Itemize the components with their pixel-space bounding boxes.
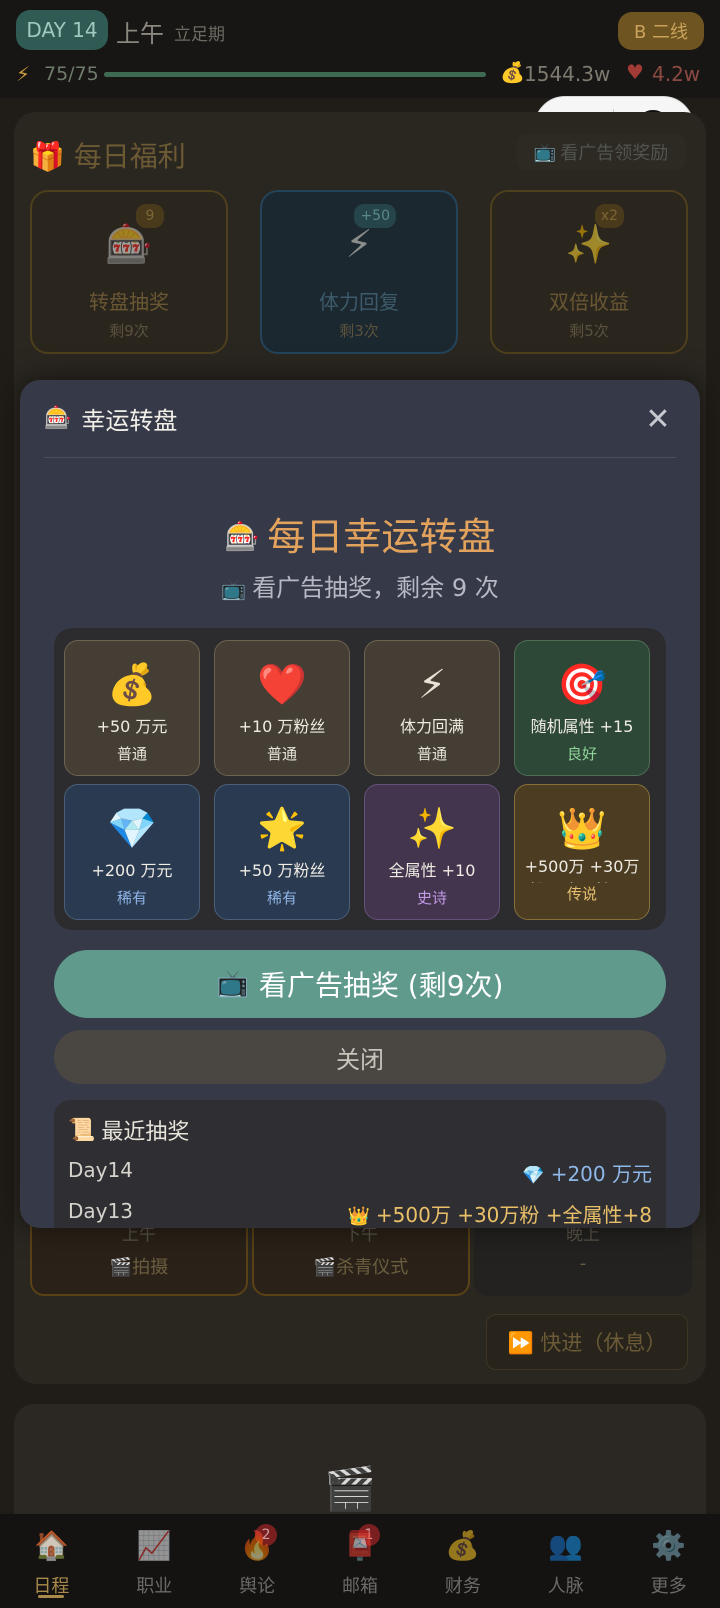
list-item: Day14 💎 +200 万元 (68, 1158, 652, 1186)
card-remaining: 剩5次 (569, 322, 609, 340)
crown-icon: 👑 (557, 806, 607, 852)
rarity-label: 稀有 (266, 889, 297, 907)
wheel-subtitle: 📺 看广告抽奖，剩余 9 次 (221, 574, 499, 602)
status-bar: DAY 14 上午 立足期 B 二线 ⚡ 75/75 💰 1544.3w ♥ 4… (0, 0, 720, 98)
card-title: 体力回复 (319, 290, 399, 314)
nav-item-opinion[interactable]: 2 🔥 舆论 (206, 1514, 309, 1608)
nav-item-contacts[interactable]: 👥 人脉 (514, 1514, 617, 1608)
wheel-heading: 🎰 每日幸运转盘 (224, 515, 496, 559)
money-bag-icon: 💰 (500, 60, 525, 84)
card-remaining: 剩3次 (339, 322, 379, 340)
money-bag-icon: 💰 (107, 662, 157, 708)
prize-cell: 🎯 随机属性 +15 良好 (514, 640, 650, 776)
gift-icon: 🎁 (30, 140, 65, 173)
fire-icon: 🔥 (239, 1529, 275, 1562)
recent-draws-title: 📜 最近抽奖 (68, 1117, 190, 1146)
energy-progress-bar (104, 72, 486, 77)
welfare-card-spin[interactable]: 9 🎰 转盘抽奖 剩9次 (30, 190, 228, 354)
chart-icon: 📈 (136, 1529, 172, 1562)
diamond-icon: 💎 (522, 1165, 545, 1186)
fast-forward-button[interactable]: ⏩ 快进（休息） (486, 1314, 688, 1370)
prize-cell: 💰 +50 万元 普通 (64, 640, 200, 776)
nav-item-career[interactable]: 📈 职业 (103, 1514, 206, 1608)
rarity-label: 普通 (416, 745, 447, 763)
diamond-icon: 💎 (107, 806, 157, 852)
welfare-card-double[interactable]: x2 ✨ 双倍收益 剩5次 (490, 190, 688, 354)
nav-item-more[interactable]: ⚙️ 更多 (617, 1514, 720, 1608)
day-badge: DAY 14 (16, 10, 108, 50)
rarity-label: 史诗 (416, 889, 447, 907)
rarity-label: 良好 (566, 745, 597, 763)
close-icon[interactable]: ✕ (640, 402, 676, 438)
prize-cell: 💎 +200 万元 稀有 (64, 784, 200, 920)
clapperboard-icon: 🎬 (324, 1464, 377, 1513)
crown-icon: 👑 (347, 1206, 370, 1227)
house-icon: 🏠 (33, 1529, 69, 1562)
rarity-label: 稀有 (116, 889, 147, 907)
card-remaining: 剩9次 (109, 322, 149, 340)
sparkles-icon: ✨ (407, 806, 457, 852)
prize-cell: ⚡ 体力回满 普通 (364, 640, 500, 776)
prize-cell: 🌟 +50 万粉丝 稀有 (214, 784, 350, 920)
bottom-nav: 🏠 日程 📈 职业 2 🔥 舆论 1 📮 邮箱 💰 财务 👥 人脉 ⚙️ 更多 (0, 1514, 720, 1608)
card-title: 转盘抽奖 (89, 290, 169, 314)
time-of-day: 上午 (116, 20, 164, 48)
scroll-icon: 📜 (68, 1117, 96, 1143)
slot-machine-icon: 🎰 (224, 520, 260, 553)
modal-title: 幸运转盘 (81, 407, 178, 435)
welfare-title: 🎁 每日福利 (30, 140, 186, 173)
heart-icon: ♥ (626, 60, 644, 84)
energy-progress-fill (104, 72, 486, 77)
rarity-label: 普通 (116, 745, 147, 763)
watch-ad-reward-button[interactable]: 📺 看广告领奖励 (516, 134, 686, 170)
sparkles-icon: ✨ (565, 222, 613, 266)
nav-item-mailbox[interactable]: 1 📮 邮箱 (309, 1514, 412, 1608)
modal-header: 🎰 幸运转盘 (44, 380, 676, 458)
nav-item-schedule[interactable]: 🏠 日程 (0, 1514, 103, 1608)
career-phase: 立足期 (174, 25, 225, 45)
rarity-label: 普通 (266, 745, 297, 763)
fans-value: 4.2w (652, 62, 701, 86)
money-value: 1544.3w (524, 62, 611, 86)
recent-draws-panel: 📜 最近抽奖 Day14 💎 +200 万元 Day13 👑 +500万 +30万粉… (54, 1100, 666, 1228)
energy-value: 75/75 (44, 63, 99, 85)
prize-cell: ✨ 全属性 +10 史诗 (364, 784, 500, 920)
mailbox-icon: 📮 (342, 1529, 378, 1562)
close-button[interactable]: 关闭 (54, 1030, 666, 1084)
list-item: Day13 👑 +500万 +30万粉 +全属性+8 (68, 1199, 652, 1227)
tier-badge[interactable]: B 二线 (618, 12, 704, 50)
lightning-icon: ⚡ (417, 662, 447, 708)
tv-icon: 📺 (221, 577, 247, 601)
lucky-wheel-modal: 🎰 幸运转盘 ✕ 🎰 每日幸运转盘 📺 看广告抽奖，剩余 9 次 💰 +50 万元 … (20, 380, 700, 1228)
prize-cell: ❤️ +10 万粉丝 普通 (214, 640, 350, 776)
card-title: 双倍收益 (549, 290, 629, 314)
rarity-label: 传说 (566, 885, 597, 903)
target-icon: 🎯 (557, 662, 607, 708)
lightning-icon: ⚡ (345, 222, 373, 266)
people-icon: 👥 (548, 1529, 584, 1562)
star-icon: 🌟 (257, 806, 307, 852)
tv-icon: 📺 (216, 969, 249, 999)
tv-icon: 📺 (533, 141, 557, 163)
heart-icon: ❤️ (257, 662, 307, 708)
lightning-icon: ⚡ (16, 62, 31, 86)
prize-cell: 👑 +500万 +30万粉 +全属性+8 传说 (514, 784, 650, 920)
welfare-card-energy[interactable]: +50 ⚡ 体力回复 剩3次 (260, 190, 458, 354)
gear-icon: ⚙️ (651, 1529, 687, 1562)
slot-machine-icon: 🎰 (105, 222, 153, 266)
prize-grid: 💰 +50 万元 普通 ❤️ +10 万粉丝 普通 ⚡ 体力回满 普通 🎯 随机… (54, 628, 666, 930)
slot-machine-icon: 🎰 (44, 406, 72, 431)
money-bag-icon: 💰 (445, 1529, 481, 1562)
nav-item-finance[interactable]: 💰 财务 (411, 1514, 514, 1608)
watch-ad-draw-button[interactable]: 📺 看广告抽奖 (剩9次) (54, 950, 666, 1018)
